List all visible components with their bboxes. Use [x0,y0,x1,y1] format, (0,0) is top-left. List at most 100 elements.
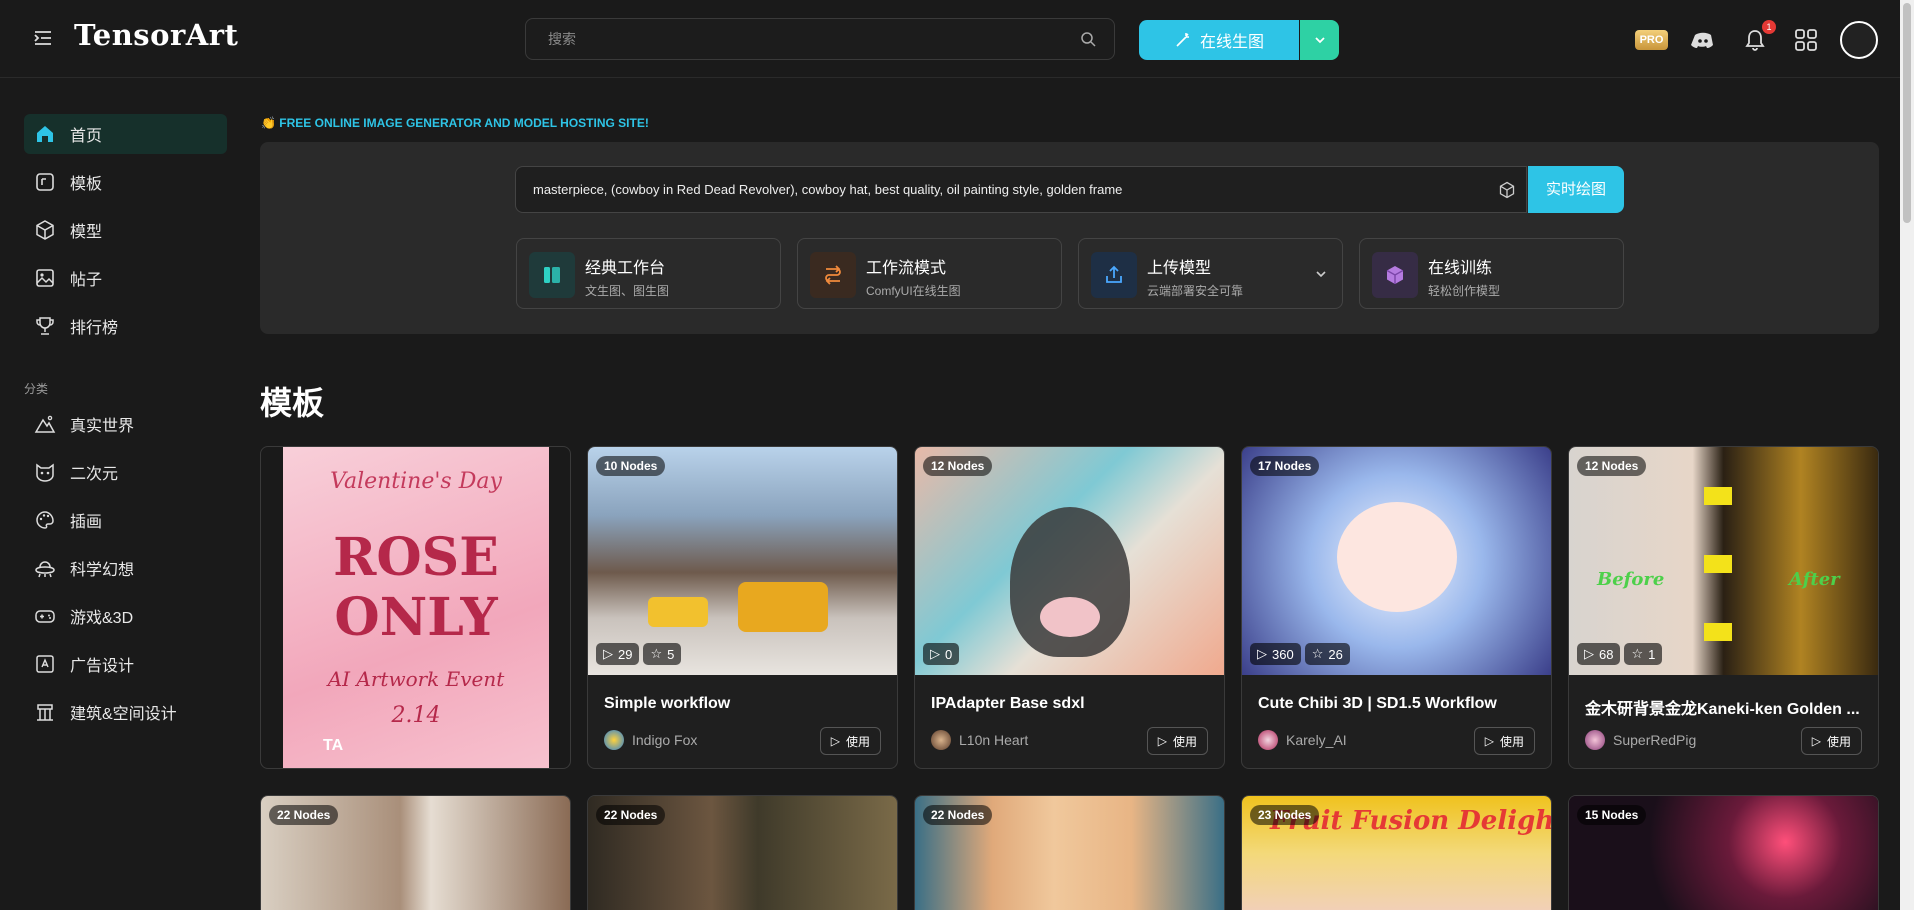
realtime-draw-button[interactable]: 实时绘图 [1528,166,1624,213]
promo-subtitle: AI Artwork Event [327,667,505,691]
trophy-icon [36,317,54,335]
template-card[interactable]: 10 Nodes ▷ 29 ☆ 5 Simple workflow Indigo F… [587,446,898,769]
promo-heading: Valentine's Day [330,469,502,494]
palette-icon [36,511,54,529]
notification-badge: 1 [1762,20,1776,34]
template-title[interactable]: IPAdapter Base sdxl [931,695,1211,713]
pro-badge[interactable]: PRO [1635,30,1668,50]
promo-card[interactable]: Valentine's Day ROSE ONLY AI Artwork Eve… [260,446,571,769]
template-icon [36,173,54,191]
sidebar-item-ad-design[interactable]: 广告设计 [24,644,227,684]
logo[interactable]: TensorArt [74,18,238,52]
promo-image: Valentine's Day ROSE ONLY AI Artwork Eve… [283,447,549,768]
nodes-badge: 12 Nodes [1577,456,1647,476]
upload-model-card[interactable]: 上传模型 云端部署安全可靠 [1078,238,1343,309]
generate-dropdown-button[interactable] [1300,20,1339,60]
template-card[interactable]: 22 Nodes [587,795,898,910]
home-icon [37,126,53,142]
category-heading: 分类 [24,382,49,396]
before-label: Before [1597,569,1665,590]
apps-grid-icon[interactable] [1793,27,1819,53]
prompt-input[interactable]: masterpiece, (cowboy in Red Dead Revolve… [515,166,1527,213]
sidebar-item-anime[interactable]: 二次元 [24,452,227,492]
template-title[interactable]: Simple workflow [604,695,884,713]
sidebar-item-posts[interactable]: 帖子 [24,258,227,298]
upload-icon [1091,252,1137,298]
sidebar-item-label: 游戏&3D [70,610,134,627]
sidebar-item-label: 模板 [70,176,103,193]
sidebar-item-label: 科学幻想 [70,562,135,579]
author[interactable]: Karely_AI [1258,730,1347,750]
ta-logo-icon: TA [323,737,344,754]
card-title: 上传模型 [1147,260,1212,277]
sidebar-item-label: 真实世界 [70,418,135,435]
card-subtitle: 文生图、图生图 [585,284,670,298]
sidebar-item-sci-fi[interactable]: 科学幻想 [24,548,227,588]
nodes-badge: 22 Nodes [596,805,666,825]
scrollbar-thumb[interactable] [1903,3,1911,223]
ad-icon [36,655,54,673]
nodes-badge: 17 Nodes [1250,456,1320,476]
play-icon: ▷ [930,646,940,661]
sidebar-item-games-3d[interactable]: 游戏&3D [24,596,227,636]
search-box[interactable] [525,18,1115,60]
promo-title-line2: ONLY [334,587,498,648]
runs-count: ▷ 29 [596,643,640,665]
nodes-badge: 15 Nodes [1577,805,1647,825]
search-icon[interactable] [1080,31,1096,47]
template-title[interactable]: 金木研背景金龙Kaneki-ken Golden ... [1585,695,1865,719]
search-input[interactable] [546,19,1066,59]
play-icon: ▷ [603,646,613,661]
use-button[interactable]: ▷ 使用 [1146,727,1208,755]
user-avatar[interactable] [1840,21,1878,59]
prompt-text: masterpiece, (cowboy in Red Dead Revolve… [533,182,1123,197]
sidebar-item-leaderboard[interactable]: 排行榜 [24,306,227,346]
image-icon [36,269,54,287]
nodes-badge: 10 Nodes [596,456,666,476]
menu-collapse-icon[interactable] [33,28,53,48]
author[interactable]: L10n Heart [931,730,1028,750]
sidebar-item-templates[interactable]: 模板 [24,162,227,202]
online-training-card[interactable]: 在线训练 轻松创作模型 [1359,238,1624,309]
sidebar-item-label: 模型 [70,224,103,241]
top-bar: TensorArt 在线生图 PRO 1 [0,0,1900,78]
sidebar-item-real-world[interactable]: 真实世界 [24,404,227,444]
online-generate-label: 在线生图 [1199,34,1264,51]
card-subtitle: ComfyUI在线生图 [866,284,961,298]
template-card[interactable]: 12 Nodes ▷ 0 IPAdapter Base sdxl L10n Hea… [914,446,1225,769]
use-button[interactable]: ▷ 使用 [1800,727,1862,755]
promo-date: 2.14 [391,703,441,728]
sidebar-item-illustration[interactable]: 插画 [24,500,227,540]
template-card[interactable]: 17 Nodes ▷ 360 ☆ 26 Cute Chibi 3D | SD1.5 … [1241,446,1552,769]
magic-wand-icon [1176,33,1189,47]
template-card[interactable]: 22 Nodes [914,795,1225,910]
nodes-badge: 22 Nodes [923,805,993,825]
template-card[interactable]: Fruit Fusion Delight 23 Nodes [1241,795,1552,910]
hero-banner-text: 👏 FREE ONLINE IMAGE GENERATOR AND MODEL … [261,116,649,130]
online-generate-button[interactable]: 在线生图 [1139,20,1299,60]
sidebar-item-models[interactable]: 模型 [24,210,227,250]
chevron-down-icon[interactable] [1314,267,1328,281]
template-card[interactable]: 22 Nodes [260,795,571,910]
author[interactable]: SuperRedPig [1585,730,1696,750]
template-card[interactable]: Before After 12 Nodes ▷ 68 ☆ 1 金木研背景金龙Kane… [1568,446,1879,769]
template-title[interactable]: Cute Chibi 3D | SD1.5 Workflow [1258,695,1538,713]
classic-workbench-card[interactable]: 经典工作台 文生图、图生图 [516,238,781,309]
author[interactable]: Indigo Fox [604,730,697,750]
random-prompt-icon[interactable] [1498,181,1516,199]
template-card[interactable]: 15 Nodes [1568,795,1879,910]
discord-icon[interactable] [1690,27,1716,53]
workflow-icon [810,252,856,298]
nodes-badge: 23 Nodes [1250,805,1320,825]
template-thumbnail [588,447,897,675]
sidebar-item-label: 广告设计 [70,658,135,675]
workflow-mode-card[interactable]: 工作流模式 ComfyUI在线生图 [797,238,1062,309]
use-button[interactable]: ▷ 使用 [1473,727,1535,755]
star-icon: ☆ [1311,646,1324,661]
card-title: 工作流模式 [866,260,947,277]
sidebar-item-architecture[interactable]: 建筑&空间设计 [24,692,227,732]
template-thumbnail [1242,447,1551,675]
use-button[interactable]: ▷ 使用 [819,727,881,755]
card-subtitle: 云端部署安全可靠 [1147,284,1244,298]
sidebar-item-home[interactable]: 首页 [24,114,227,154]
